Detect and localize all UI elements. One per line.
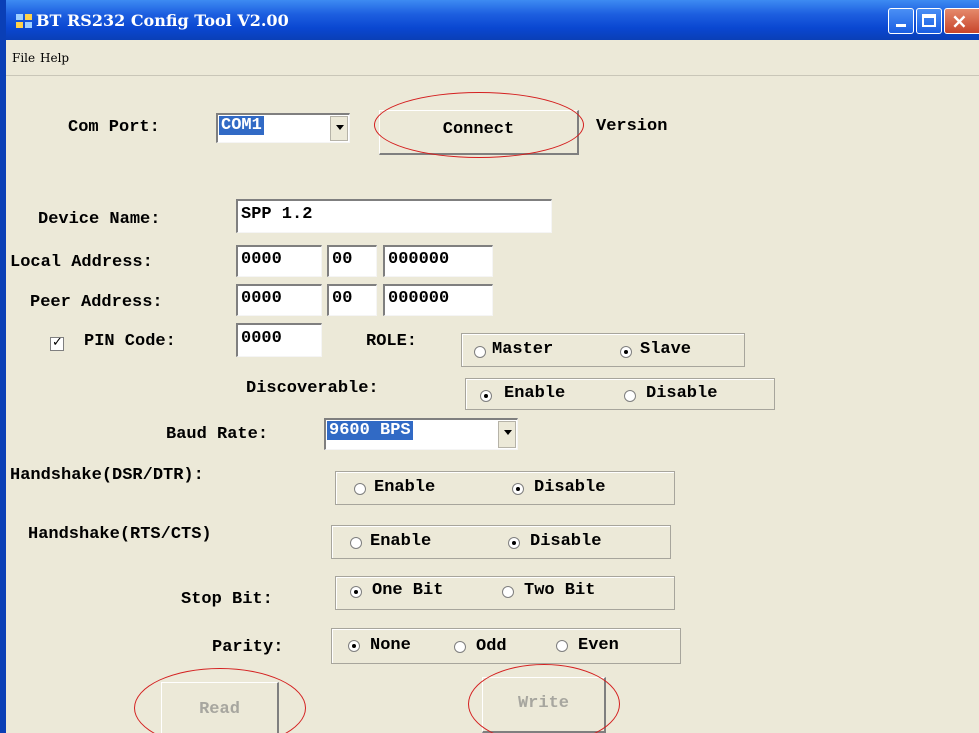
maximize-icon xyxy=(922,14,936,27)
discoverable-disable-radio[interactable] xyxy=(624,390,636,402)
handshake-dsr-group: Enable Disable xyxy=(335,471,675,505)
role-label: ROLE: xyxy=(366,332,418,351)
handshake-dsr-label: Handshake(DSR/DTR): xyxy=(10,466,204,485)
parity-group: None Odd Even xyxy=(331,628,681,664)
baud-rate-label: Baud Rate: xyxy=(166,425,269,444)
handshake-dsr-enable-radio[interactable] xyxy=(354,483,366,495)
handshake-rts-enable-label: Enable xyxy=(370,532,432,551)
local-address-part1[interactable]: 0000 xyxy=(236,245,322,277)
stop-bit-one-label: One Bit xyxy=(372,581,444,600)
chevron-down-icon[interactable] xyxy=(330,116,348,141)
stop-bit-group: One Bit Two Bit xyxy=(335,576,675,610)
app-icon xyxy=(16,14,32,28)
menu-file[interactable]: File xyxy=(12,51,35,65)
main-window: BT RS232 Config Tool V2.00 × File Help C… xyxy=(0,0,979,733)
parity-label: Parity: xyxy=(212,638,284,657)
pin-code-input[interactable]: 0000 xyxy=(236,323,322,357)
local-address-part3[interactable]: 000000 xyxy=(383,245,493,277)
baud-rate-select[interactable]: 9600 BPS xyxy=(324,418,518,450)
minimize-button[interactable] xyxy=(888,8,914,34)
stop-bit-label: Stop Bit: xyxy=(181,590,273,609)
local-address-label: Local Address: xyxy=(10,253,153,272)
role-master-radio[interactable] xyxy=(474,346,486,358)
window-title: BT RS232 Config Tool V2.00 xyxy=(36,11,289,30)
discoverable-disable-label: Disable xyxy=(646,384,718,403)
role-slave-radio[interactable] xyxy=(620,346,632,358)
handshake-rts-group: Enable Disable xyxy=(331,525,671,559)
menu-help[interactable]: Help xyxy=(40,51,69,65)
maximize-button[interactable] xyxy=(916,8,942,34)
device-name-label: Device Name: xyxy=(38,210,161,229)
com-port-label: Com Port: xyxy=(68,118,160,137)
minimize-icon xyxy=(896,24,906,27)
parity-even-radio[interactable] xyxy=(556,640,568,652)
discoverable-enable-label: Enable xyxy=(504,384,566,403)
com-port-select[interactable]: COM1 xyxy=(216,113,350,143)
role-slave-label: Slave xyxy=(640,340,692,359)
handshake-rts-label: Handshake(RTS/CTS) xyxy=(28,525,212,544)
stop-bit-two-radio[interactable] xyxy=(502,586,514,598)
discoverable-group: Enable Disable xyxy=(465,378,775,410)
device-name-input[interactable]: SPP 1.2 xyxy=(236,199,552,233)
handshake-rts-enable-radio[interactable] xyxy=(350,537,362,549)
role-master-label: Master xyxy=(492,340,554,359)
peer-address-part2[interactable]: 00 xyxy=(327,284,377,316)
parity-none-radio[interactable] xyxy=(348,640,360,652)
menu-bar: File Help xyxy=(6,40,979,76)
discoverable-enable-radio[interactable] xyxy=(480,390,492,402)
discoverable-label: Discoverable: xyxy=(246,379,379,398)
handshake-dsr-disable-label: Disable xyxy=(534,478,606,497)
read-button[interactable]: Read xyxy=(161,682,279,733)
pin-code-label: PIN Code: xyxy=(84,332,176,351)
handshake-dsr-enable-label: Enable xyxy=(374,478,436,497)
pin-code-checkbox[interactable] xyxy=(50,335,64,351)
role-group: Master Slave xyxy=(461,333,745,367)
com-port-value: COM1 xyxy=(219,116,264,135)
peer-address-part3[interactable]: 000000 xyxy=(383,284,493,316)
write-button[interactable]: Write xyxy=(482,677,606,733)
close-icon: × xyxy=(951,9,968,33)
baud-rate-value: 9600 BPS xyxy=(327,421,413,440)
version-label: Version xyxy=(596,117,668,136)
parity-none-label: None xyxy=(370,636,411,655)
parity-odd-label: Odd xyxy=(476,637,507,656)
handshake-rts-disable-label: Disable xyxy=(530,532,602,551)
chevron-down-icon[interactable] xyxy=(498,421,516,448)
title-bar[interactable]: BT RS232 Config Tool V2.00 × xyxy=(6,0,979,40)
stop-bit-two-label: Two Bit xyxy=(524,581,596,600)
parity-even-label: Even xyxy=(578,636,619,655)
peer-address-label: Peer Address: xyxy=(30,293,163,312)
stop-bit-one-radio[interactable] xyxy=(350,586,362,598)
connect-button[interactable]: Connect xyxy=(379,110,579,155)
handshake-rts-disable-radio[interactable] xyxy=(508,537,520,549)
peer-address-part1[interactable]: 0000 xyxy=(236,284,322,316)
parity-odd-radio[interactable] xyxy=(454,641,466,653)
handshake-dsr-disable-radio[interactable] xyxy=(512,483,524,495)
local-address-part2[interactable]: 00 xyxy=(327,245,377,277)
close-button[interactable]: × xyxy=(944,8,979,34)
